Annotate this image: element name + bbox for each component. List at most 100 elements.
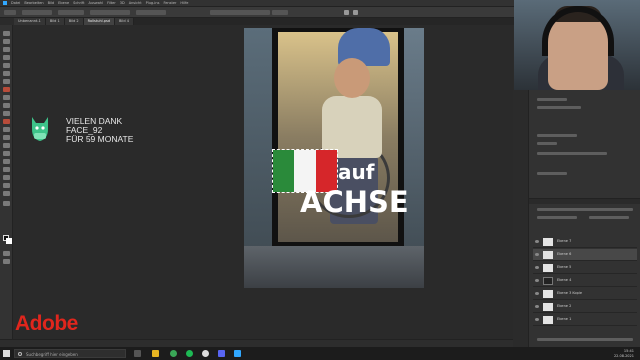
flag-stripe-green	[273, 150, 295, 192]
layer-visibility-icon[interactable]	[535, 279, 539, 282]
tab-document[interactable]: Bild 4	[115, 18, 134, 25]
layer-filter-bar[interactable]	[537, 208, 633, 211]
layer-row[interactable]: Ebene 5	[533, 262, 637, 274]
layer-row[interactable]: Ebene 2	[533, 301, 637, 313]
healing-brush-tool-icon[interactable]	[3, 87, 10, 92]
layers-panel-header[interactable]	[529, 198, 640, 204]
taskbar-search[interactable]: Suchbegriff hier eingeben	[14, 349, 126, 358]
search-placeholder[interactable]: Suchbegriff hier eingeben	[26, 352, 78, 357]
blur-tool-icon[interactable]	[3, 135, 10, 140]
task-view-icon[interactable]	[134, 350, 141, 357]
layer-visibility-icon[interactable]	[535, 266, 539, 269]
tab-document-active[interactable]: Rollstuhl.psd	[83, 18, 116, 25]
option-control[interactable]	[22, 10, 52, 15]
dodge-tool-icon[interactable]	[3, 143, 10, 148]
properties-row[interactable]	[537, 106, 581, 109]
menu-item-file[interactable]: Datei	[11, 1, 20, 5]
commit-transform-icon[interactable]	[353, 10, 358, 15]
cancel-transform-icon[interactable]	[344, 10, 349, 15]
layer-visibility-icon[interactable]	[535, 318, 539, 321]
gradient-tool-icon[interactable]	[3, 127, 10, 132]
layer-visibility-icon[interactable]	[535, 240, 539, 243]
more-tools-icon[interactable]	[3, 201, 10, 206]
layer-thumbnail	[543, 303, 553, 311]
screen-mode-icon[interactable]	[3, 259, 10, 264]
layer-name[interactable]: Ebene 5	[557, 265, 571, 269]
layer-name[interactable]: Ebene 2	[557, 304, 571, 308]
blend-mode-select[interactable]	[537, 216, 577, 219]
layer-row[interactable]: Ebene 7	[533, 236, 637, 248]
file-explorer-icon[interactable]	[152, 350, 159, 357]
zoom-tool-icon[interactable]	[3, 191, 10, 196]
option-control[interactable]	[90, 10, 130, 15]
layer-name[interactable]: Ebene 1	[557, 317, 571, 321]
layer-visibility-icon[interactable]	[535, 292, 539, 295]
clock-date: 22.08.2021	[613, 353, 634, 358]
frame-tool-icon[interactable]	[3, 71, 10, 76]
option-control[interactable]	[136, 10, 166, 15]
tab-document[interactable]: Bild 1	[45, 18, 65, 25]
properties-row[interactable]	[537, 134, 577, 137]
marquee-tool-icon[interactable]	[3, 39, 10, 44]
properties-row[interactable]	[537, 142, 557, 145]
chrome-icon[interactable]	[170, 350, 177, 357]
properties-row[interactable]	[537, 98, 567, 101]
tab-document[interactable]: Unbenannt-1	[14, 18, 46, 25]
layer-row[interactable]: Ebene 4	[533, 275, 637, 287]
layer-row[interactable]: Ebene 1	[533, 314, 637, 326]
pen-tool-icon[interactable]	[3, 151, 10, 156]
layer-row[interactable]: Ebene 3 Kopie	[533, 288, 637, 300]
layer-name[interactable]: Ebene 7	[557, 239, 571, 243]
properties-row[interactable]	[537, 172, 567, 175]
brush-tool-icon[interactable]	[3, 95, 10, 100]
discord-icon[interactable]	[218, 350, 225, 357]
menu-item-select[interactable]: Auswahl	[88, 1, 103, 5]
menu-item-window[interactable]: Fenster	[163, 1, 176, 5]
hand-tool-icon[interactable]	[3, 183, 10, 188]
tool-preset-picker[interactable]	[4, 10, 16, 15]
app-logo-icon[interactable]	[3, 1, 7, 5]
option-control[interactable]	[272, 10, 288, 15]
move-tool-icon[interactable]	[3, 31, 10, 36]
type-tool-icon[interactable]	[3, 159, 10, 164]
menu-item-edit[interactable]: Bearbeiten	[24, 1, 43, 5]
system-clock[interactable]: 15:41 22.08.2021	[604, 349, 634, 358]
layer-visibility-icon[interactable]	[535, 305, 539, 308]
layer-row-selected[interactable]: Ebene 6	[533, 249, 637, 261]
eraser-tool-icon[interactable]	[3, 119, 10, 124]
obs-icon[interactable]	[202, 350, 209, 357]
menu-item-type[interactable]: Schrift	[73, 1, 84, 5]
menu-item-view[interactable]: Ansicht	[129, 1, 142, 5]
document-canvas[interactable]: auf ACHSE	[244, 28, 424, 288]
lasso-tool-icon[interactable]	[3, 47, 10, 52]
menu-item-plugins[interactable]: Plug-ins	[146, 1, 160, 5]
option-control[interactable]	[210, 10, 270, 15]
stamp-tool-icon[interactable]	[3, 103, 10, 108]
properties-row[interactable]	[537, 152, 607, 155]
menu-item-image[interactable]: Bild	[48, 1, 55, 5]
eyedropper-tool-icon[interactable]	[3, 79, 10, 84]
quick-select-tool-icon[interactable]	[3, 55, 10, 60]
layer-name[interactable]: Ebene 6	[557, 252, 571, 256]
layer-name[interactable]: Ebene 3 Kopie	[557, 291, 582, 295]
menu-item-help[interactable]: Hilfe	[180, 1, 188, 5]
menu-item-3d[interactable]: 3D	[120, 1, 125, 5]
crop-tool-icon[interactable]	[3, 63, 10, 68]
opacity-field[interactable]	[589, 216, 629, 219]
layer-visibility-icon[interactable]	[535, 253, 539, 256]
option-control[interactable]	[58, 10, 84, 15]
shape-tool-icon[interactable]	[3, 175, 10, 180]
layer-name[interactable]: Ebene 4	[557, 278, 571, 282]
menu-item-layer[interactable]: Ebene	[58, 1, 69, 5]
poster-text-achse: ACHSE	[300, 185, 409, 219]
path-select-tool-icon[interactable]	[3, 167, 10, 172]
spotify-icon[interactable]	[186, 350, 193, 357]
background-color-swatch[interactable]	[6, 238, 12, 244]
history-brush-tool-icon[interactable]	[3, 111, 10, 116]
menu-item-filter[interactable]: Filter	[107, 1, 116, 5]
tab-document[interactable]: Bild 2	[64, 18, 84, 25]
photoshop-icon[interactable]	[234, 350, 241, 357]
layers-panel-footer[interactable]	[537, 338, 633, 341]
quick-mask-icon[interactable]	[3, 251, 10, 256]
windows-start-icon[interactable]	[3, 350, 10, 357]
